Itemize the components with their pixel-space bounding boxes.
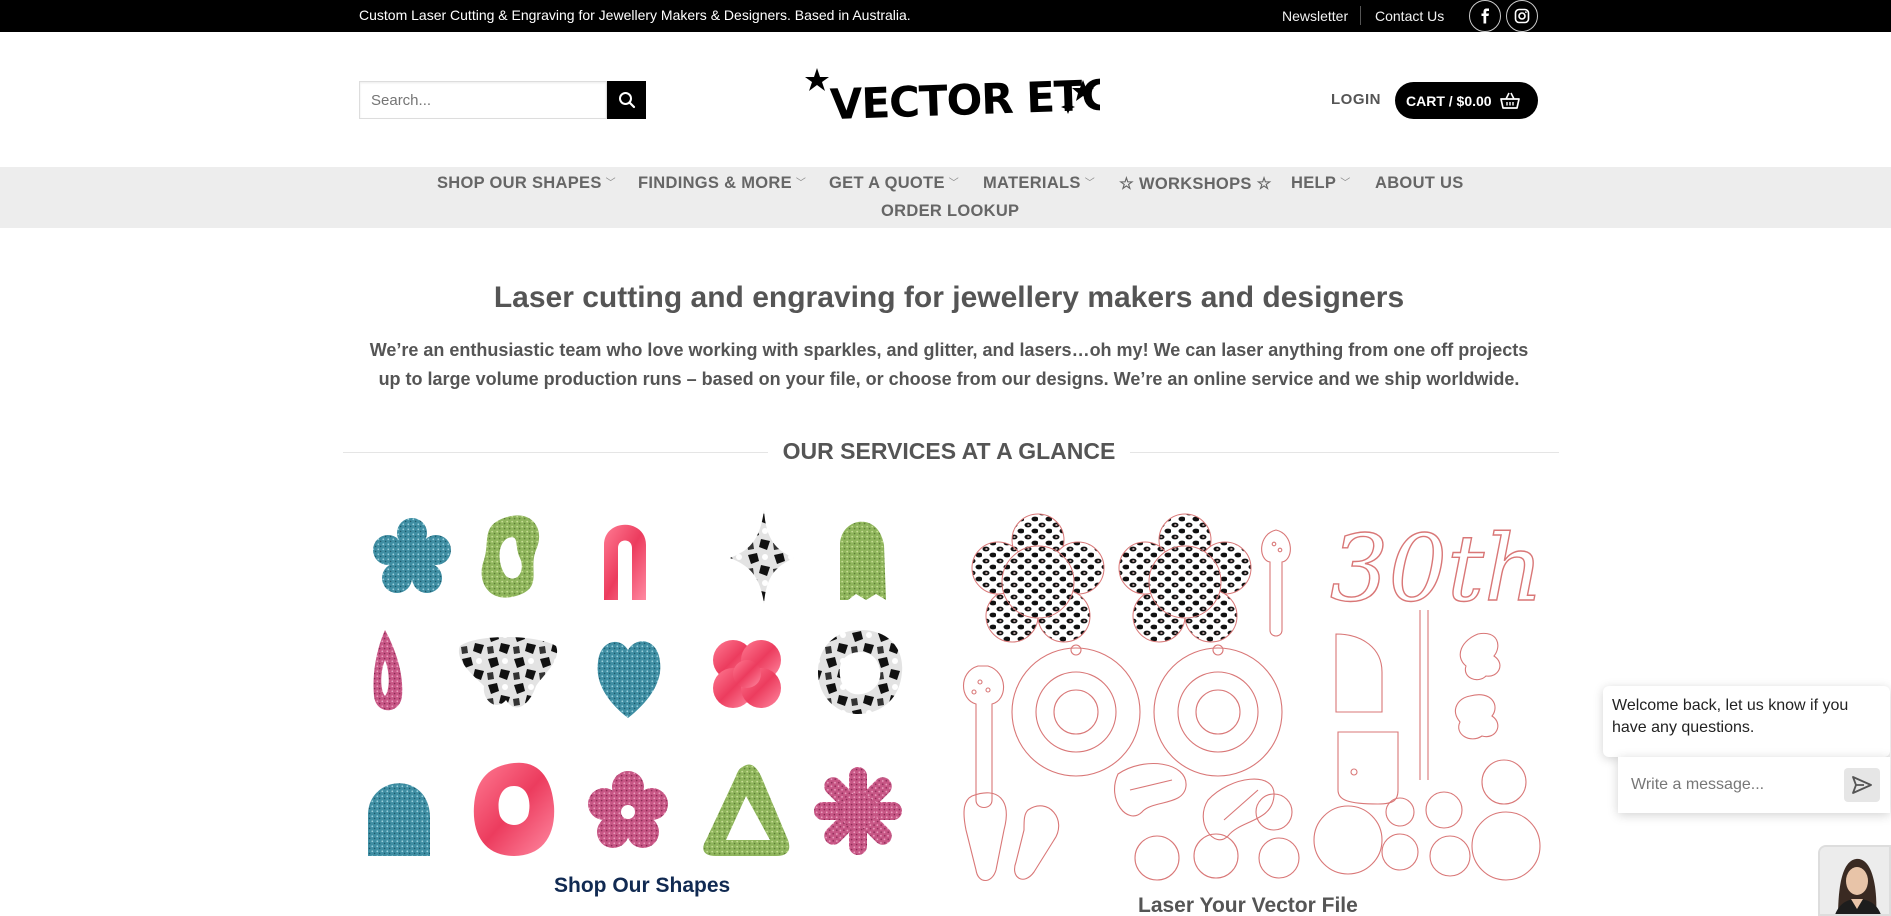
- send-icon: [1852, 776, 1872, 794]
- search-button[interactable]: [607, 81, 646, 119]
- chat-welcome-message: Welcome back, let us know if you have an…: [1603, 686, 1890, 757]
- main-nav: SHOP OUR SHAPES ﹀ FINDINGS & MORE ﹀ GET A …: [0, 167, 1891, 228]
- cart-button[interactable]: CART / $0.00: [1395, 82, 1538, 119]
- shop-our-shapes-card[interactable]: Shop Our Shapes: [356, 500, 932, 897]
- svg-text:VECTOR ETCH: VECTOR ETCH: [829, 69, 1100, 129]
- site-header: VECTOR ETCH LOGIN CART / $0.00: [0, 32, 1891, 167]
- laser-your-vector-file-link[interactable]: Laser Your Vector File: [1138, 894, 1358, 916]
- basket-icon: [1499, 92, 1520, 109]
- top-link-separator: [1360, 6, 1361, 25]
- instagram-icon[interactable]: [1506, 0, 1538, 32]
- chevron-down-icon: ﹀: [1084, 178, 1096, 189]
- site-logo[interactable]: VECTOR ETCH: [800, 62, 1146, 137]
- section-divider-right: [1130, 452, 1559, 453]
- svg-text:30th: 30th: [1330, 515, 1542, 622]
- login-link[interactable]: LOGIN: [1331, 91, 1381, 108]
- contact-us-link[interactable]: Contact Us: [1375, 8, 1444, 24]
- laser-vector-file-card[interactable]: 30th Laser Your Vector File: [958, 500, 1544, 916]
- shapes-image: [368, 510, 903, 856]
- search-icon: [618, 92, 635, 109]
- nav-help[interactable]: HELP ﹀: [1291, 174, 1351, 193]
- nav-shop-our-shapes[interactable]: SHOP OUR SHAPES ﹀: [437, 174, 616, 193]
- nav-get-a-quote[interactable]: GET A QUOTE ﹀: [829, 174, 959, 193]
- section-title: OUR SERVICES AT A GLANCE: [782, 438, 1116, 464]
- nav-workshops[interactable]: ☆ WORKSHOPS ☆: [1119, 174, 1272, 194]
- page-title: Laser cutting and engraving for jeweller…: [493, 281, 1405, 314]
- top-bar: Custom Laser Cutting & Engraving for Jew…: [0, 0, 1891, 32]
- search-input[interactable]: [359, 81, 607, 119]
- chevron-down-icon: ﹀: [795, 178, 807, 189]
- newsletter-link[interactable]: Newsletter: [1282, 8, 1348, 24]
- chevron-down-icon: ﹀: [948, 178, 960, 189]
- chevron-down-icon: ﹀: [1340, 178, 1351, 189]
- cart-label: CART / $0.00: [1406, 92, 1492, 109]
- intro-paragraph: We’re an enthusiastic team who love work…: [369, 340, 1529, 389]
- chat-send-button[interactable]: [1844, 768, 1880, 802]
- chat-agent-avatar[interactable]: [1818, 845, 1891, 916]
- top-tagline: Custom Laser Cutting & Engraving for Jew…: [359, 7, 911, 23]
- nav-findings-and-more[interactable]: FINDINGS & MORE ﹀: [638, 174, 806, 193]
- chevron-down-icon: ﹀: [605, 178, 616, 189]
- shop-our-shapes-link[interactable]: Shop Our Shapes: [554, 874, 730, 898]
- nav-order-lookup[interactable]: ORDER LOOKUP: [881, 202, 1019, 221]
- facebook-icon[interactable]: [1469, 0, 1501, 32]
- vector-cut-image: 30th: [963, 513, 1544, 882]
- nav-materials[interactable]: MATERIALS ﹀: [983, 174, 1095, 193]
- nav-about-us[interactable]: ABOUT US: [1375, 174, 1464, 193]
- chat-input-placeholder: Write a message...: [1631, 776, 1765, 793]
